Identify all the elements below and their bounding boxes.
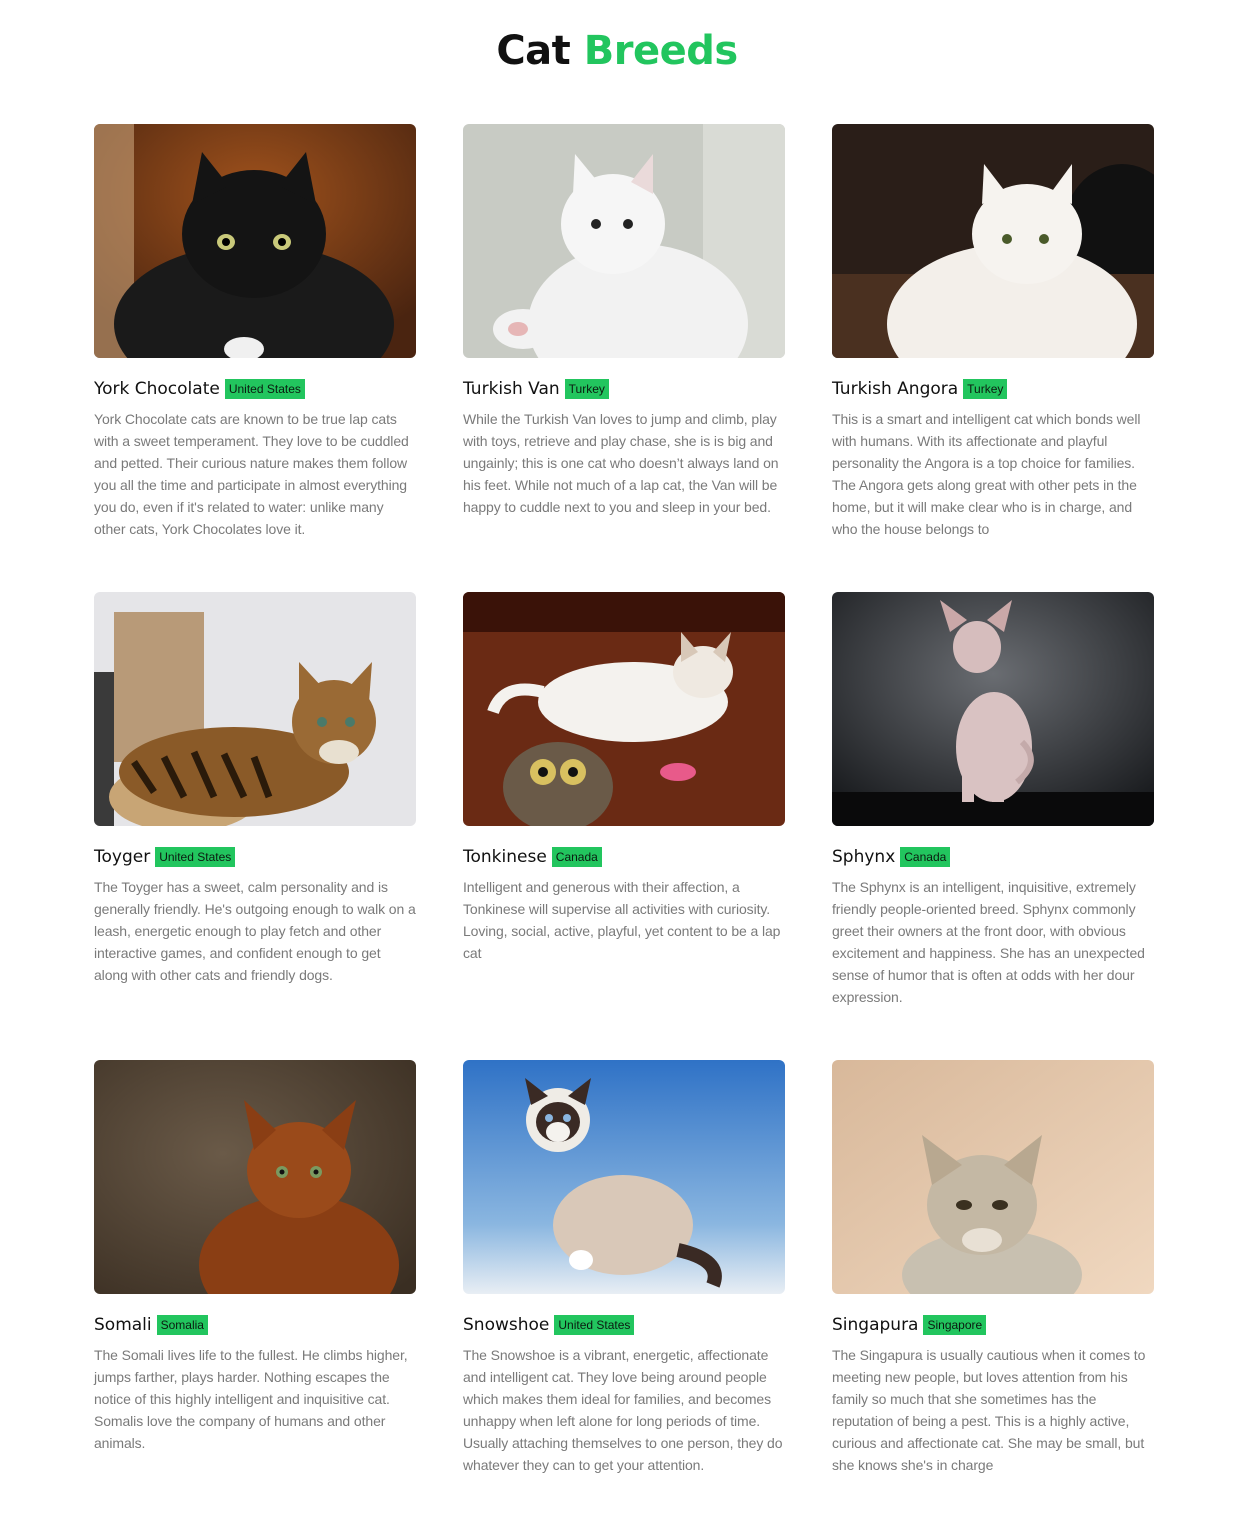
origin-badge: Turkey	[564, 378, 609, 400]
breed-name: Singapura	[832, 1315, 919, 1335]
origin-badge: Canada	[900, 846, 951, 868]
breed-photo[interactable]	[94, 1060, 416, 1294]
breed-card[interactable]: Turkish Angora Turkey This is a smart an…	[832, 124, 1154, 540]
breed-card[interactable]: Somali Somalia The Somali lives life to …	[94, 1060, 416, 1454]
breed-photo[interactable]	[463, 592, 785, 826]
breed-description: The Singapura is usually cautious when i…	[832, 1347, 1146, 1473]
origin-badge: Turkey	[963, 378, 1008, 400]
breed-description: The Sphynx is an intelligent, inquisitiv…	[832, 879, 1145, 1005]
origin-badge: Somalia	[156, 1314, 208, 1336]
page-title-part1: Cat	[496, 28, 571, 74]
breed-photo[interactable]	[94, 124, 416, 358]
breed-description: This is a smart and intelligent cat whic…	[832, 411, 1141, 537]
origin-badge: United States	[155, 846, 236, 868]
breed-name: Turkish Van	[463, 379, 560, 399]
breed-description: The Toyger has a sweet, calm personality…	[94, 879, 416, 983]
breed-name: Tonkinese	[463, 847, 547, 867]
breed-name: Snowshoe	[463, 1315, 550, 1335]
breed-name: York Chocolate	[94, 379, 220, 399]
origin-badge: United States	[224, 378, 305, 400]
breed-card[interactable]: Toyger United States The Toyger has a sw…	[94, 592, 416, 986]
breed-name: Somali	[94, 1315, 152, 1335]
origin-badge: United States	[554, 1314, 635, 1336]
breed-card[interactable]: Turkish Van Turkey While the Turkish Van…	[463, 124, 785, 518]
breed-photo[interactable]	[832, 592, 1154, 826]
breed-card[interactable]: Singapura Singapore The Singapura is usu…	[832, 1060, 1154, 1476]
origin-badge: Canada	[551, 846, 602, 868]
breed-photo[interactable]	[832, 124, 1154, 358]
breed-description: The Somali lives life to the fullest. He…	[94, 1347, 408, 1451]
breed-photo[interactable]	[463, 1060, 785, 1294]
breed-photo[interactable]	[463, 124, 785, 358]
breed-description: The Snowshoe is a vibrant, energetic, af…	[463, 1347, 783, 1473]
breed-card[interactable]: Snowshoe United States The Snowshoe is a…	[463, 1060, 785, 1476]
breed-description: Intelligent and generous with their affe…	[463, 879, 781, 961]
breed-name: Sphynx	[832, 847, 896, 867]
page-title: Cat Breeds	[0, 28, 1234, 74]
breed-card[interactable]: Tonkinese Canada Intelligent and generou…	[463, 592, 785, 964]
origin-badge: Singapore	[923, 1314, 987, 1336]
breed-photo[interactable]	[832, 1060, 1154, 1294]
breed-name: Turkish Angora	[832, 379, 959, 399]
breed-name: Toyger	[94, 847, 151, 867]
breed-card[interactable]: Sphynx Canada The Sphynx is an intellige…	[832, 592, 1154, 1008]
breed-card[interactable]: York Chocolate United States York Chocol…	[94, 124, 416, 540]
breed-description: While the Turkish Van loves to jump and …	[463, 411, 779, 515]
breed-description: York Chocolate cats are known to be true…	[94, 411, 409, 537]
breed-photo[interactable]	[94, 592, 416, 826]
page-title-part2: Breeds	[583, 28, 738, 74]
